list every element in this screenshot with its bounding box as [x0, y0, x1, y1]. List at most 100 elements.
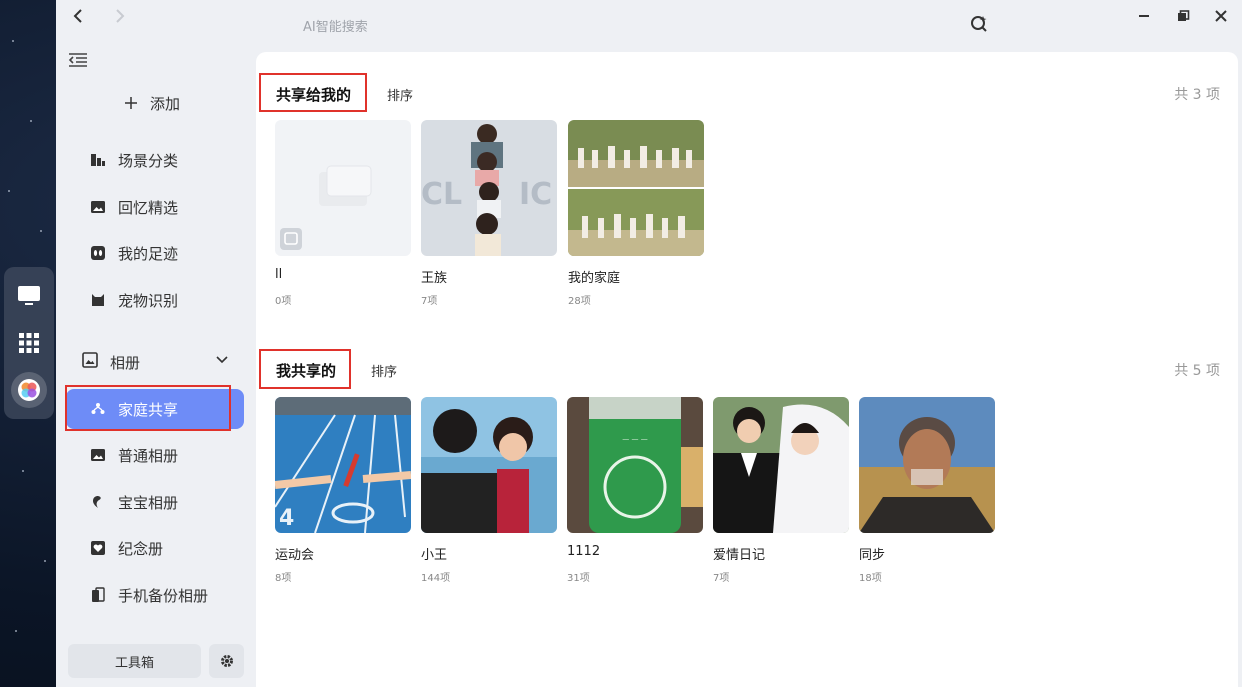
count-my-shared: 共 5 项 — [1174, 363, 1220, 379]
album-thumbnail-beach-couple — [421, 397, 557, 533]
chevron-down-icon[interactable] — [216, 355, 228, 365]
sidebar-item-label: 手机备份相册 — [118, 586, 209, 605]
album-name: 我的家庭 — [568, 271, 621, 286]
scene-icon — [90, 152, 106, 168]
toolbox-button[interactable]: 工具箱 — [68, 644, 201, 678]
sidebar-item-phone-backup[interactable]: 手机备份相册 — [66, 575, 244, 615]
svg-text:— — —: — — — — [622, 435, 647, 443]
album-card[interactable]: 同步 18项 — [859, 397, 995, 584]
search-input[interactable]: AI智能搜索 — [303, 16, 368, 35]
monitor-icon — [18, 286, 40, 306]
pet-icon — [90, 292, 106, 308]
svg-text:4: 4 — [279, 506, 294, 531]
add-button[interactable]: 添加 — [124, 92, 180, 114]
dock-desktop-button[interactable] — [11, 278, 47, 314]
dock-launcher-button[interactable] — [11, 325, 47, 361]
album-card[interactable]: CL IC 王族 7项 — [421, 120, 557, 307]
album-name: 小王 — [421, 548, 448, 563]
sidebar-item-label: 回忆精选 — [118, 198, 179, 217]
sidebar-item-footprints[interactable]: 我的足迹 — [66, 233, 244, 273]
close-button[interactable] — [1211, 6, 1231, 26]
collapse-sidebar-icon — [68, 53, 87, 67]
sidebar-item-baby-album[interactable]: 宝宝相册 — [66, 482, 244, 522]
album-card[interactable]: — — — 1112 31项 — [567, 397, 703, 584]
add-label: 添加 — [150, 94, 181, 113]
sidebar-item-memorial-album[interactable]: 纪念册 — [66, 528, 244, 568]
section-title-shared-to-me: 共享给我的 — [276, 86, 352, 104]
baby-icon — [90, 494, 106, 510]
minimize-icon — [1139, 15, 1149, 17]
album-item-count: 18项 — [859, 573, 882, 584]
album-thumbnail-green-can: — — — — [567, 397, 703, 533]
family-share-icon — [90, 401, 106, 417]
chevron-left-icon — [73, 9, 82, 23]
sidebar-album-label: 相册 — [110, 353, 141, 372]
album-thumbnail-wedding — [713, 397, 849, 533]
album-name: 运动会 — [275, 548, 315, 563]
image-icon — [90, 199, 106, 215]
album-icon — [82, 352, 98, 372]
sidebar-item-label: 纪念册 — [118, 539, 164, 558]
sidebar-item-pets[interactable]: 宠物识别 — [66, 280, 244, 320]
sidebar-album-group[interactable]: 相册 — [66, 342, 244, 382]
album-name: 王族 — [421, 271, 448, 286]
count-shared-to-me: 共 3 项 — [1174, 87, 1220, 103]
close-icon — [1215, 10, 1227, 22]
album-card[interactable]: 爱情日记 7项 — [713, 397, 849, 584]
album-thumbnail-family-outdoor — [568, 120, 704, 256]
album-item-count: 7项 — [713, 573, 730, 584]
settings-button[interactable] — [209, 644, 244, 678]
restore-button[interactable] — [1173, 6, 1193, 26]
sidebar-item-label: 我的足迹 — [118, 244, 179, 263]
forward-button[interactable] — [110, 6, 130, 26]
sidebar-item-scene[interactable]: 场景分类 — [66, 140, 244, 180]
album-card[interactable]: 4 运动会 8项 — [275, 397, 411, 584]
album-card[interactable]: ll 0项 — [275, 120, 411, 307]
album-item-count: 28项 — [568, 296, 591, 307]
sidebar-item-family-share[interactable]: 家庭共享 — [66, 389, 244, 429]
album-item-count: 0项 — [275, 296, 292, 307]
titlebar: AI智能搜索 — [56, 0, 1242, 44]
chevron-right-icon — [116, 9, 125, 23]
heart-icon — [90, 540, 106, 556]
restore-icon — [1178, 10, 1190, 21]
footprint-icon — [90, 245, 106, 261]
album-item-count: 7项 — [421, 296, 438, 307]
album-name: 爱情日记 — [713, 548, 766, 563]
album-name: 1112 — [567, 544, 601, 559]
photo-manager-window: AI智能搜索 添加 场景分类 回忆精选 我的足迹 宠物识别 相册 家庭共享 普通… — [56, 0, 1242, 687]
photos-app-icon — [18, 378, 40, 401]
ai-search-button[interactable] — [970, 15, 990, 35]
content-panel: 共享给我的 排序 共 3 项 ll 0项 CL IC 王族 7项 我的家庭 28… — [256, 52, 1238, 687]
sidebar-item-memories[interactable]: 回忆精选 — [66, 187, 244, 227]
album-item-count: 144项 — [421, 573, 451, 584]
grid-icon — [19, 332, 39, 353]
back-button[interactable] — [68, 6, 88, 26]
sidebar: 添加 场景分类 回忆精选 我的足迹 宠物识别 相册 家庭共享 普通相册 宝宝相册… — [56, 44, 256, 687]
album-icon — [90, 447, 106, 463]
album-thumbnail-elderly-portrait — [859, 397, 995, 533]
svg-text:IC: IC — [519, 177, 552, 212]
sidebar-collapse-button[interactable] — [68, 52, 90, 70]
phone-backup-icon — [90, 587, 106, 603]
album-item-count: 8项 — [275, 573, 292, 584]
sidebar-item-label: 普通相册 — [118, 446, 179, 465]
dock-photos-app-button[interactable] — [11, 371, 47, 408]
section-title-my-shared: 我共享的 — [276, 362, 337, 380]
gear-icon — [220, 655, 233, 667]
sidebar-item-label: 宝宝相册 — [118, 493, 179, 512]
sort-button-shared-to-me[interactable]: 排序 — [387, 85, 413, 104]
svg-text:CL: CL — [421, 177, 462, 212]
sort-button-my-shared[interactable]: 排序 — [371, 361, 397, 380]
album-thumbnail-relay-race: 4 — [275, 397, 411, 533]
album-card[interactable]: 小王 144项 — [421, 397, 557, 584]
album-name: 同步 — [859, 548, 886, 563]
album-card[interactable]: 我的家庭 28项 — [568, 120, 704, 307]
sidebar-item-normal-album[interactable]: 普通相册 — [66, 435, 244, 475]
dock — [4, 267, 54, 419]
sidebar-item-label: 家庭共享 — [118, 400, 179, 419]
plus-icon — [125, 97, 137, 109]
minimize-button[interactable] — [1134, 6, 1154, 26]
album-item-count: 31项 — [567, 573, 590, 584]
ai-search-icon — [971, 16, 987, 32]
